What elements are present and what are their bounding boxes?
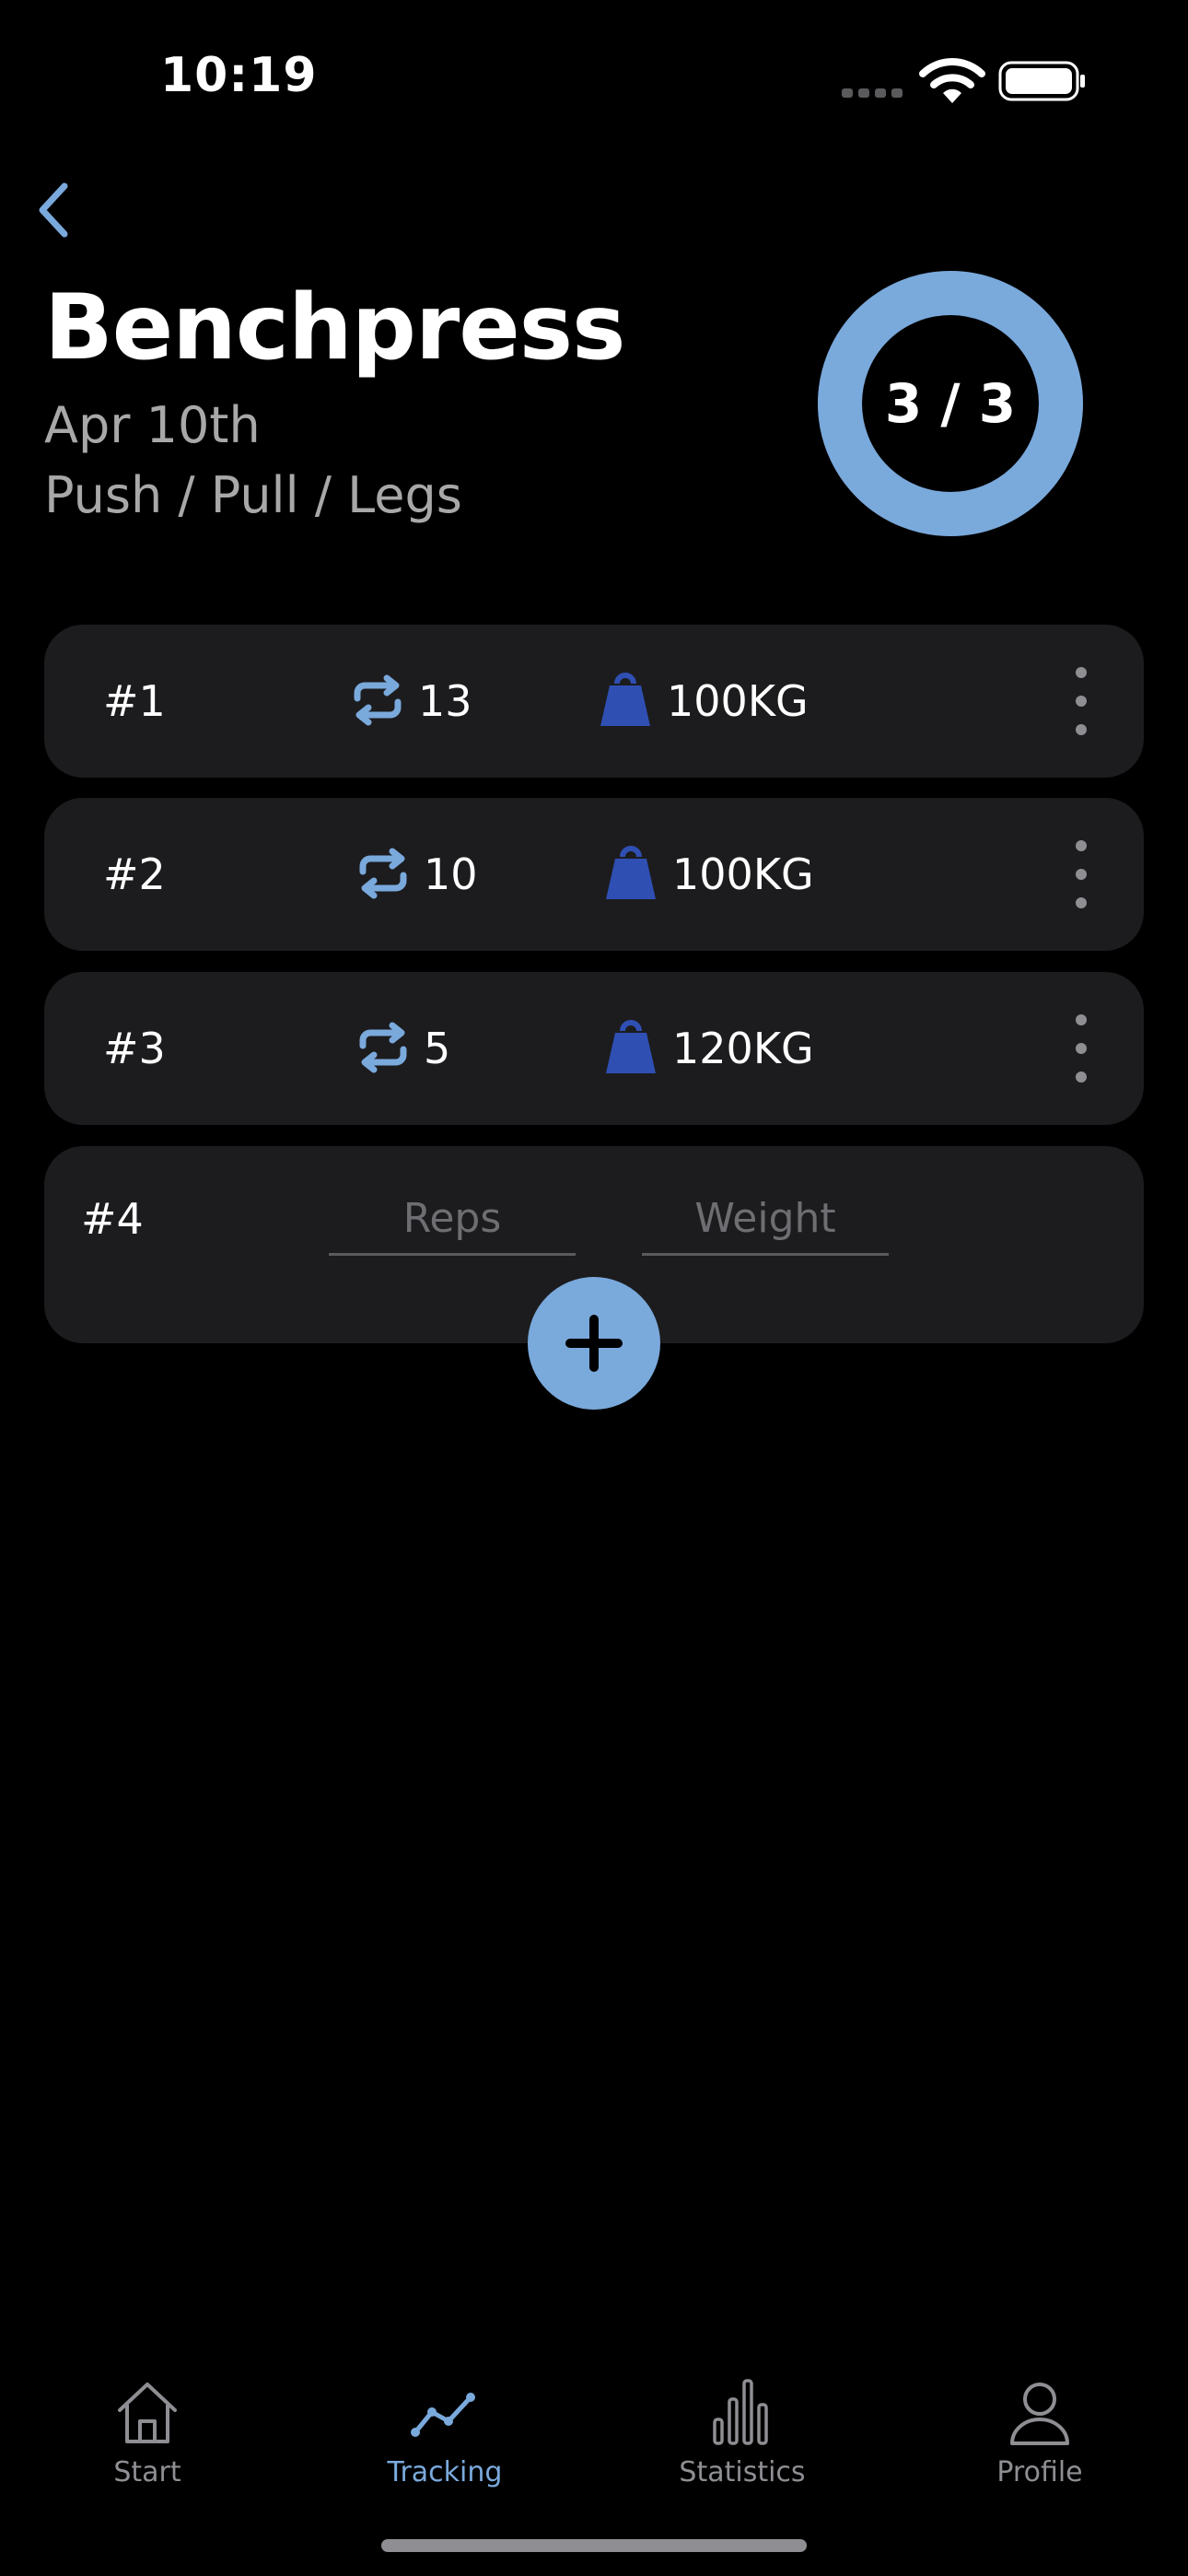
workout-date: Apr 10th — [44, 396, 261, 454]
repeat-icon — [359, 848, 407, 899]
weight-input[interactable] — [642, 1183, 889, 1256]
chevron-left-icon — [39, 182, 68, 238]
status-time: 10:19 — [160, 48, 318, 103]
battery-icon — [998, 61, 1085, 101]
weight-value: 100 KG — [667, 676, 809, 726]
tab-statistics[interactable]: Statistics — [632, 2377, 853, 2506]
weight-icon — [600, 673, 650, 726]
repeat-icon — [354, 674, 402, 726]
tab-start[interactable]: Start — [37, 2377, 258, 2506]
weight-value: 120 KG — [672, 1024, 814, 1073]
workout-plan: Push / Pull / Legs — [44, 466, 462, 524]
wifi-icon — [919, 58, 985, 103]
tab-start-label: Start — [113, 2456, 181, 2488]
repeat-icon — [359, 1022, 407, 1073]
set-row: #2 10 100 KG — [44, 798, 1144, 951]
set-number: #1 — [103, 676, 166, 726]
tab-profile[interactable]: Profile — [929, 2377, 1150, 2506]
home-icon — [118, 2383, 177, 2443]
reps-value: 13 — [418, 676, 472, 726]
reps-value: 5 — [424, 1024, 451, 1073]
person-icon — [1010, 2383, 1069, 2445]
set-options-button[interactable] — [1063, 667, 1100, 735]
tab-tracking[interactable]: Tracking — [334, 2377, 555, 2506]
cellular-signal-icon — [842, 88, 903, 98]
set-row: #1 13 100 KG — [44, 625, 1144, 778]
set-number: #3 — [103, 1024, 166, 1073]
add-set-button[interactable] — [528, 1277, 660, 1410]
back-button[interactable] — [26, 173, 81, 247]
reps-value: 10 — [424, 849, 478, 899]
weight-icon — [606, 846, 656, 899]
home-indicator[interactable] — [381, 2539, 807, 2552]
weight-value: 100 KG — [672, 849, 814, 899]
set-options-button[interactable] — [1063, 1014, 1100, 1083]
tab-statistics-label: Statistics — [679, 2456, 806, 2488]
set-row: #3 5 120 KG — [44, 972, 1144, 1125]
tab-tracking-label: Tracking — [387, 2456, 503, 2488]
bar-chart-icon — [713, 2379, 768, 2445]
set-number: #2 — [103, 849, 166, 899]
tab-profile-label: Profile — [996, 2456, 1083, 2488]
reps-input[interactable] — [329, 1183, 576, 1256]
new-set-number: #4 — [81, 1194, 144, 1244]
exercise-title: Benchpress — [44, 275, 625, 381]
weight-icon — [606, 1020, 656, 1073]
plus-icon — [565, 1315, 623, 1372]
chart-line-icon — [411, 2393, 475, 2437]
set-options-button[interactable] — [1063, 840, 1100, 908]
progress-label: 3 / 3 — [884, 372, 1017, 435]
